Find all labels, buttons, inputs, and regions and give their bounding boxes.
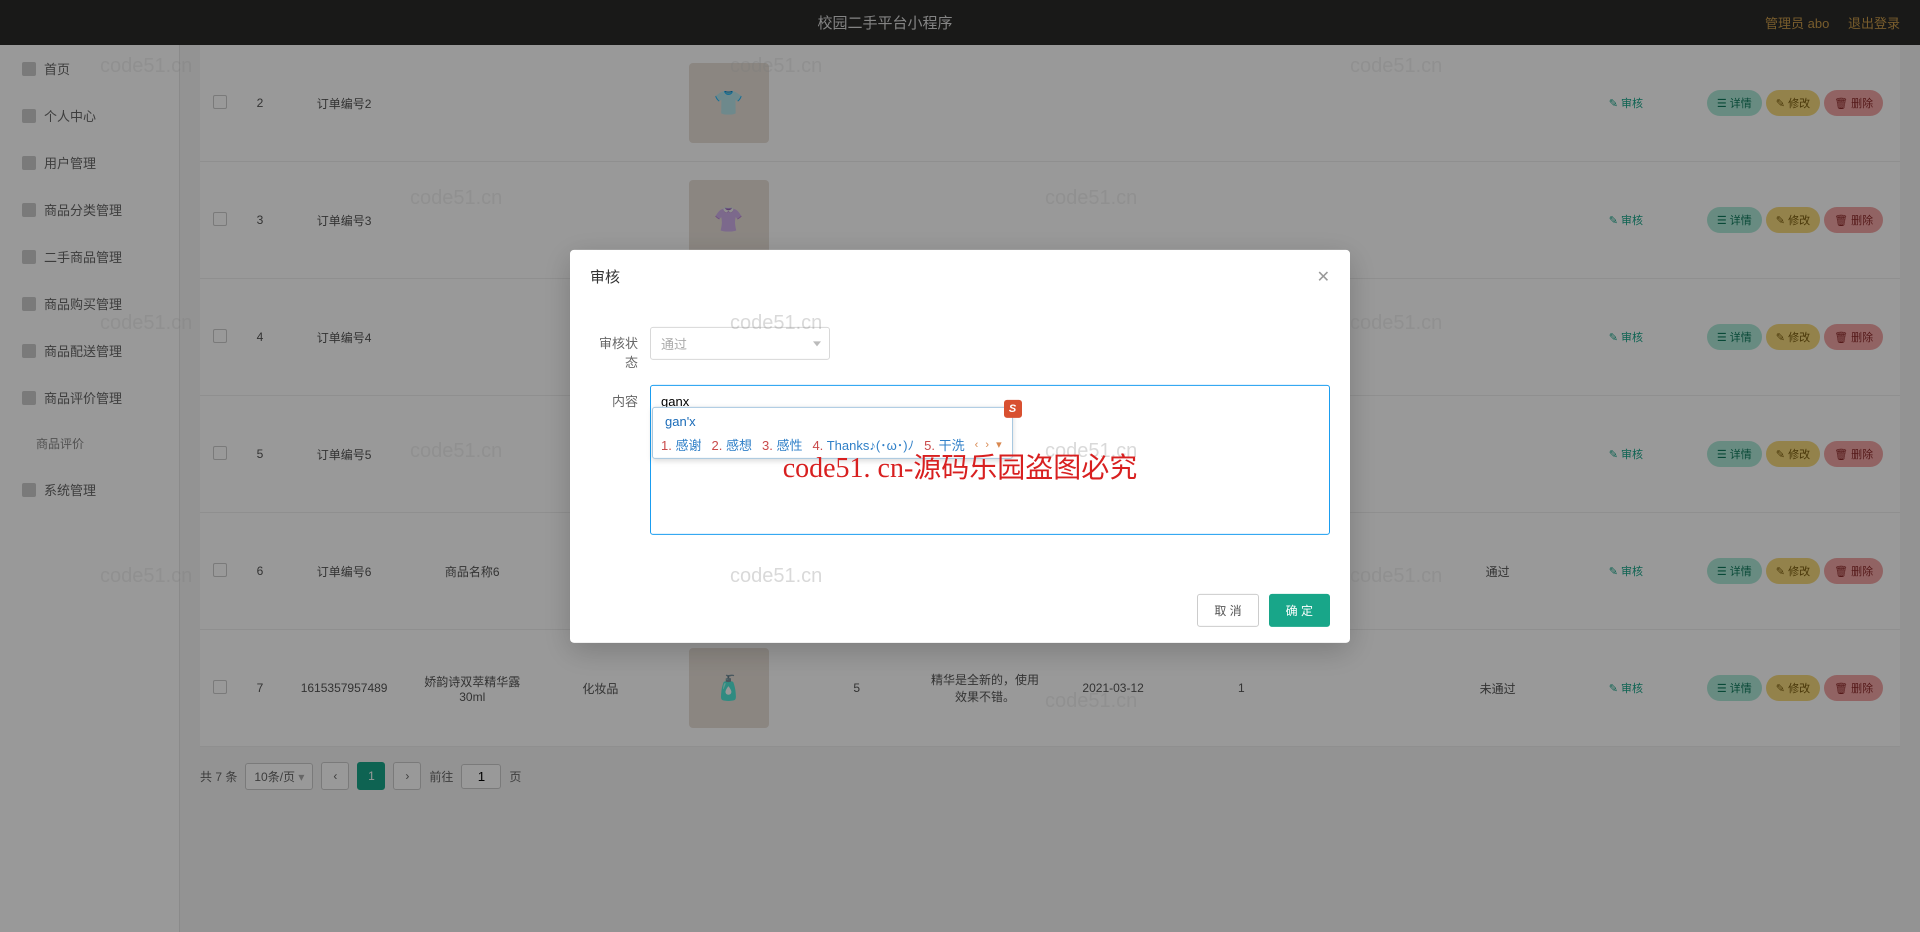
ime-popup: S gan'x 1. 感谢2. 感想3. 感性4. Thanks♪(･ω･)ﾉ5…	[652, 407, 1013, 459]
cancel-button[interactable]: 取 消	[1197, 594, 1258, 627]
status-select[interactable]: 通过	[650, 327, 830, 360]
close-icon[interactable]: ✕	[1317, 266, 1330, 286]
modal-header: 审核 ✕	[570, 250, 1350, 303]
ime-candidate[interactable]: 3. 感性	[762, 435, 802, 454]
ime-candidate[interactable]: 2. 感想	[711, 435, 751, 454]
ime-candidate[interactable]: 4. Thanks♪(･ω･)ﾉ	[812, 435, 914, 454]
confirm-button[interactable]: 确 定	[1269, 594, 1330, 627]
modal-body: 审核状态 通过 内容 S gan'x 1. 感谢 2. 感想 3. 感性 4. Tha…	[570, 303, 1350, 582]
ime-input: gan'x	[661, 412, 1004, 431]
ime-candidate[interactable]: 5. 干洗	[924, 435, 964, 454]
modal-footer: 取 消 确 定	[570, 582, 1350, 643]
status-label: 审核状态	[590, 327, 650, 371]
ime-nav-arrows[interactable]: ‹ › ▾	[975, 438, 1004, 451]
ime-candidate[interactable]: 1. 感谢	[661, 435, 701, 454]
modal-title: 审核	[590, 266, 620, 287]
ime-candidates: 1. 感谢 2. 感想 3. 感性 4. Thanks♪(･ω･)ﾉ 5. 干洗 ‹ › …	[661, 431, 1004, 454]
sogou-icon: S	[1004, 400, 1022, 418]
content-label: 内容	[590, 385, 650, 410]
audit-modal: 审核 ✕ 审核状态 通过 内容 S gan'x 1. 感谢 2. 感想 3. 感性 4…	[570, 250, 1350, 643]
